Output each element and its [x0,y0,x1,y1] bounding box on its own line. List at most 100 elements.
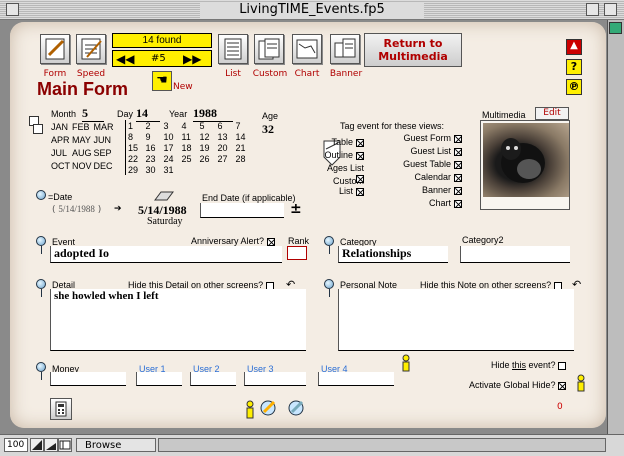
form-view-button[interactable] [40,34,70,64]
mode-indicator[interactable]: Browse [76,438,156,452]
upload-icon[interactable]: ▲ [566,39,582,55]
day-cell[interactable]: 19 [198,142,216,153]
month-cell[interactable]: SEP [93,146,115,159]
day-cell[interactable]: 25 [180,153,198,164]
info-person-icon[interactable] [244,400,256,420]
eraser-icon[interactable] [153,190,175,202]
user2-field[interactable] [190,372,236,386]
day-cell[interactable]: 27 [216,153,234,164]
anniversary-alert-checkbox[interactable] [266,237,275,246]
first-record-icon[interactable]: ◀◀ [116,52,134,66]
day-cell[interactable]: 9 [144,131,162,142]
zoom-level[interactable]: 100 [4,438,28,452]
global-hide-checkbox[interactable] [558,381,567,390]
zoom-box[interactable] [586,3,599,16]
vertical-scrollbar[interactable] [607,20,624,434]
detail-field[interactable]: she howled when I left [50,289,306,351]
banner-view-button[interactable] [330,34,360,64]
chart-view-button[interactable] [292,34,322,64]
note-pin[interactable] [324,279,334,297]
day-cell[interactable]: 5 [198,120,216,131]
day-cell[interactable]: 2 [144,120,162,131]
month-cell[interactable]: MAR [93,120,115,133]
day-cell[interactable]: 17 [162,142,180,153]
tag-checkbox[interactable] [454,160,462,169]
script-icon[interactable]: ℗ [566,79,582,95]
month-cell[interactable]: JAN [50,120,71,133]
custom-view-button[interactable] [254,34,284,64]
rank-field[interactable] [287,246,307,260]
day-cell[interactable]: 8 [126,131,144,142]
day-cell[interactable]: 21 [234,142,252,153]
event-pin[interactable] [36,236,46,254]
status-toggle-icon[interactable] [58,438,72,452]
money-pin[interactable] [36,362,46,380]
event-field[interactable]: adopted Io [50,246,282,263]
zoom-out-icon[interactable] [30,438,44,452]
day-cell[interactable]: 28 [234,153,252,164]
money-field[interactable] [50,372,126,386]
last-record-icon[interactable]: ▶▶ [183,52,201,66]
tag-checkbox[interactable] [454,147,462,156]
info-person-icon[interactable] [400,354,412,372]
day-cell[interactable]: 23 [144,153,162,164]
month-cell[interactable]: FEB [71,120,93,133]
grow-icon[interactable] [609,22,622,34]
detail-pin[interactable] [36,279,46,297]
day-cell[interactable]: 29 [126,164,144,175]
day-cell[interactable]: 3 [162,120,180,131]
date-pin[interactable] [36,190,46,200]
category2-field[interactable] [460,246,570,263]
day-cell[interactable]: 20 [216,142,234,153]
tag-checkbox[interactable] [356,151,364,160]
plus-minus-button[interactable]: ± [290,201,302,217]
month-cell[interactable]: AUG [71,146,93,159]
calculator-button[interactable] [50,398,72,420]
day-cell[interactable]: 10 [162,131,180,142]
search-globe-alt-icon[interactable] [286,398,308,420]
zoom-in-icon[interactable] [44,438,58,452]
day-cell[interactable]: 24 [162,153,180,164]
speed-view-button[interactable] [76,34,106,64]
return-to-multimedia-button[interactable]: Return to Multimedia [364,33,462,67]
help-icon[interactable]: ? [566,59,582,75]
day-cell[interactable]: 4 [180,120,198,131]
search-globe-icon[interactable] [258,398,280,420]
day-cell[interactable]: 7 [234,120,252,131]
day-cell[interactable]: 6 [216,120,234,131]
day-cell[interactable]: 14 [234,131,252,142]
month-cell[interactable]: NOV [71,159,93,172]
tag-checkbox[interactable] [454,186,462,195]
user1-field[interactable] [136,372,182,386]
day-cell[interactable]: 26 [198,153,216,164]
list-view-button[interactable] [218,34,248,64]
new-record-button[interactable]: ☚ [152,71,172,91]
day-cell[interactable]: 30 [144,164,162,175]
user4-field[interactable] [318,372,394,386]
month-cell[interactable]: MAY [71,133,93,146]
personal-note-field[interactable] [338,289,574,351]
user3-field[interactable] [244,372,306,386]
tag-checkbox[interactable] [356,174,364,183]
month-cell[interactable]: JUN [93,133,115,146]
day-cell[interactable]: 22 [126,153,144,164]
tag-checkbox[interactable] [454,134,462,143]
day-cell[interactable]: 31 [162,164,180,175]
category-field[interactable]: Relationships [338,246,448,263]
day-cell[interactable]: 16 [144,142,162,153]
day-cell[interactable]: 12 [198,131,216,142]
month-cell[interactable]: APR [50,133,71,146]
end-date-field[interactable] [200,203,284,218]
hide-event-checkbox[interactable] [558,361,567,370]
month-cell[interactable]: OCT [50,159,71,172]
day-cell[interactable]: 1 [126,120,144,131]
dog-photo[interactable] [483,123,569,197]
tag-checkbox[interactable] [454,173,462,182]
horizontal-scrollbar[interactable] [158,438,606,452]
month-cell[interactable]: JUL [50,146,71,159]
day-cell[interactable]: 11 [180,131,198,142]
multimedia-edit-button[interactable]: Edit [535,107,569,120]
collapse-box[interactable] [604,3,617,16]
title-bar[interactable]: LivingTIME_Events.fp5 [0,0,624,20]
eq-date-field[interactable]: ( 5/14/1988 ) [52,204,101,215]
